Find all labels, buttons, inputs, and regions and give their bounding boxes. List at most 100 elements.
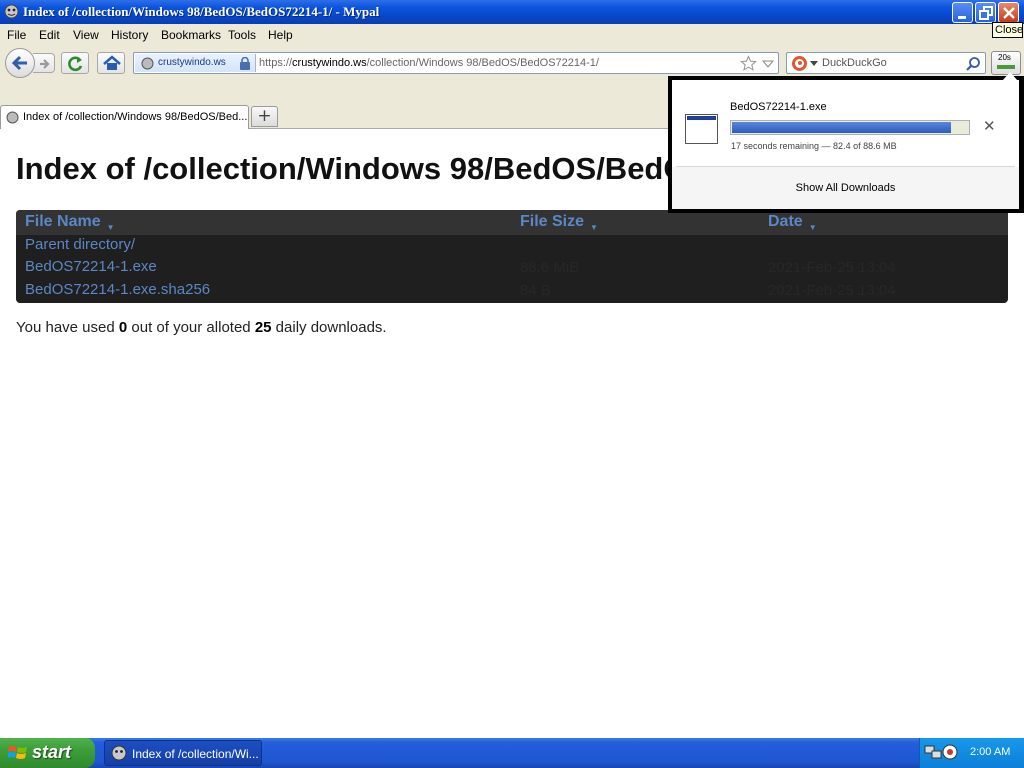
start-button[interactable]: start <box>0 738 95 768</box>
sort-arrow-icon: ▼ <box>808 223 817 232</box>
column-header-date[interactable]: Date ▼ <box>768 213 817 232</box>
url-dropdown-icon[interactable] <box>762 59 774 69</box>
window-titlebar-graphic <box>687 116 716 120</box>
start-label: start <box>32 742 72 762</box>
menu-edit[interactable]: Edit <box>39 28 60 42</box>
title-bar: Index of /collection/Windows 98/BedOS/Be… <box>0 0 1024 24</box>
taskbar-window-button[interactable]: Index of /collection/Wi... <box>104 740 262 766</box>
restore-button[interactable] <box>975 2 996 23</box>
page-content: Index of /collection/Windows 98/BedOS/Be… <box>0 129 1024 738</box>
security-alert-icon[interactable] <box>942 744 958 760</box>
site-favicon-icon <box>141 57 154 70</box>
url-text[interactable]: https://crustywindo.ws/collection/Window… <box>259 57 599 69</box>
download-usage-text: You have used 0 out of your alloted 25 d… <box>16 319 387 336</box>
windows-logo-icon <box>8 746 27 759</box>
file-size-cell: 88.6 MiB <box>520 259 580 276</box>
minimize-icon <box>958 16 966 19</box>
menu-history[interactable]: History <box>111 28 148 42</box>
downloads-time-remaining: 20s <box>998 53 1011 62</box>
forward-arrow-icon <box>40 59 50 69</box>
menu-tools[interactable]: Tools <box>228 28 256 42</box>
downloads-indicator-progress <box>997 65 1015 69</box>
close-button[interactable] <box>998 2 1019 23</box>
identity-site-label: crustywindo.ws <box>158 57 226 68</box>
table-row: BedOS72214-1.exe 88.6 MiB 2021-Feb-25 13… <box>16 258 1008 280</box>
file-link[interactable]: BedOS72214-1.exe.sha256 <box>25 281 210 298</box>
file-listing-table: File Name ▼ File Size ▼ Date ▼ Parent direc… <box>16 210 1008 303</box>
download-file-name: BedOS72214-1.exe <box>730 101 827 113</box>
menu-bar: File Edit View History Bookmarks Tools H… <box>0 24 1024 45</box>
close-icon <box>1003 7 1015 19</box>
search-engine-dropdown-icon[interactable] <box>810 61 818 67</box>
mypal-app-icon <box>4 4 19 19</box>
file-size-cell: 84 B <box>520 282 551 299</box>
panel-arrow <box>1002 72 1018 81</box>
mypal-app-icon <box>111 745 127 761</box>
menu-help[interactable]: Help <box>268 28 293 42</box>
url-scheme: https:// <box>259 57 293 69</box>
url-host: crustywindo.ws <box>292 57 367 69</box>
cancel-download-icon[interactable]: ✕ <box>983 117 996 135</box>
sort-arrow-icon: ▼ <box>106 223 115 232</box>
file-date-cell: 2021-Feb-25 13:04 <box>768 282 896 299</box>
usage-total-count: 25 <box>254 319 272 336</box>
usage-used-count: 0 <box>118 319 128 336</box>
table-row: BedOS72214-1.exe.sha256 84 B 2021-Feb-25… <box>16 281 1008 303</box>
search-icon[interactable] <box>965 56 981 72</box>
search-placeholder: DuckDuckGo <box>822 57 887 69</box>
taskbar-window-label: Index of /collection/Wi... <box>132 747 259 761</box>
restore-icon <box>979 6 993 20</box>
tab-label: Index of /collection/Windows 98/BedOS/Be… <box>23 111 247 123</box>
url-path: /collection/Windows 98/BedOS/BedOS72214-… <box>366 57 599 69</box>
lock-icon <box>240 57 250 70</box>
minimize-button[interactable] <box>952 2 973 23</box>
back-button[interactable] <box>5 48 35 78</box>
downloads-panel: BedOS72214-1.exe 17 seconds remaining — … <box>668 72 1024 213</box>
network-icon[interactable] <box>924 744 942 760</box>
download-progress-fill <box>732 122 951 133</box>
system-tray: 2:00 AM <box>919 738 1024 768</box>
site-identity-button[interactable]: crustywindo.ws <box>135 54 256 72</box>
parent-directory-link[interactable]: Parent directory/ <box>25 236 135 253</box>
menu-file[interactable]: File <box>7 28 26 42</box>
usage-prefix: You have used <box>16 319 115 336</box>
url-bar[interactable]: crustywindo.ws https://crustywindo.ws/co… <box>133 52 779 74</box>
clock: 2:00 AM <box>970 746 1011 758</box>
search-bar[interactable]: DuckDuckGo <box>786 52 986 74</box>
table-header: File Name ▼ File Size ▼ Date ▼ <box>16 210 1008 235</box>
reload-button[interactable] <box>61 52 89 74</box>
usage-suffix: daily downloads. <box>275 319 387 336</box>
column-label: File Size <box>520 213 585 230</box>
menu-view[interactable]: View <box>73 28 99 42</box>
home-button[interactable] <box>97 52 125 74</box>
sort-arrow-icon: ▼ <box>590 223 598 232</box>
back-arrow-icon <box>11 55 27 71</box>
home-icon <box>103 55 121 70</box>
tab-favicon-icon <box>6 111 19 124</box>
file-date-cell: 2021-Feb-25 13:04 <box>768 259 896 276</box>
column-label: File Name <box>25 213 101 230</box>
window-title: Index of /collection/Windows 98/BedOS/Be… <box>23 4 380 19</box>
download-item[interactable]: BedOS72214-1.exe 17 seconds remaining — … <box>676 86 1015 160</box>
duckduckgo-icon[interactable] <box>791 55 808 72</box>
new-tab-button[interactable]: + <box>251 106 278 127</box>
downloads-panel-body: BedOS72214-1.exe 17 seconds remaining — … <box>672 72 1019 209</box>
bookmark-star-icon[interactable] <box>740 55 757 72</box>
download-status: 17 seconds remaining — 82.4 of 88.6 MB <box>731 141 897 151</box>
menu-bookmarks[interactable]: Bookmarks <box>161 28 221 42</box>
reload-icon <box>68 56 83 72</box>
show-all-downloads-button[interactable]: Show All Downloads <box>672 182 1019 194</box>
forward-button[interactable] <box>33 53 55 73</box>
column-header-file-name[interactable]: File Name ▼ <box>25 213 115 232</box>
close-tooltip: Close <box>992 22 1023 38</box>
downloads-footer: Show All Downloads <box>672 167 1019 209</box>
exe-file-icon <box>685 114 718 144</box>
file-link[interactable]: BedOS72214-1.exe <box>25 258 157 275</box>
taskbar: start Index of /collection/Wi... 2:00 AM <box>0 738 1024 768</box>
usage-middle: out of your alloted <box>131 319 251 336</box>
column-header-file-size[interactable]: File Size ▼ <box>520 213 598 232</box>
download-progress-bar <box>730 120 970 135</box>
tab-active[interactable]: Index of /collection/Windows 98/BedOS/Be… <box>0 105 249 129</box>
table-row: Parent directory/ <box>16 236 1008 258</box>
column-label: Date <box>768 213 803 230</box>
